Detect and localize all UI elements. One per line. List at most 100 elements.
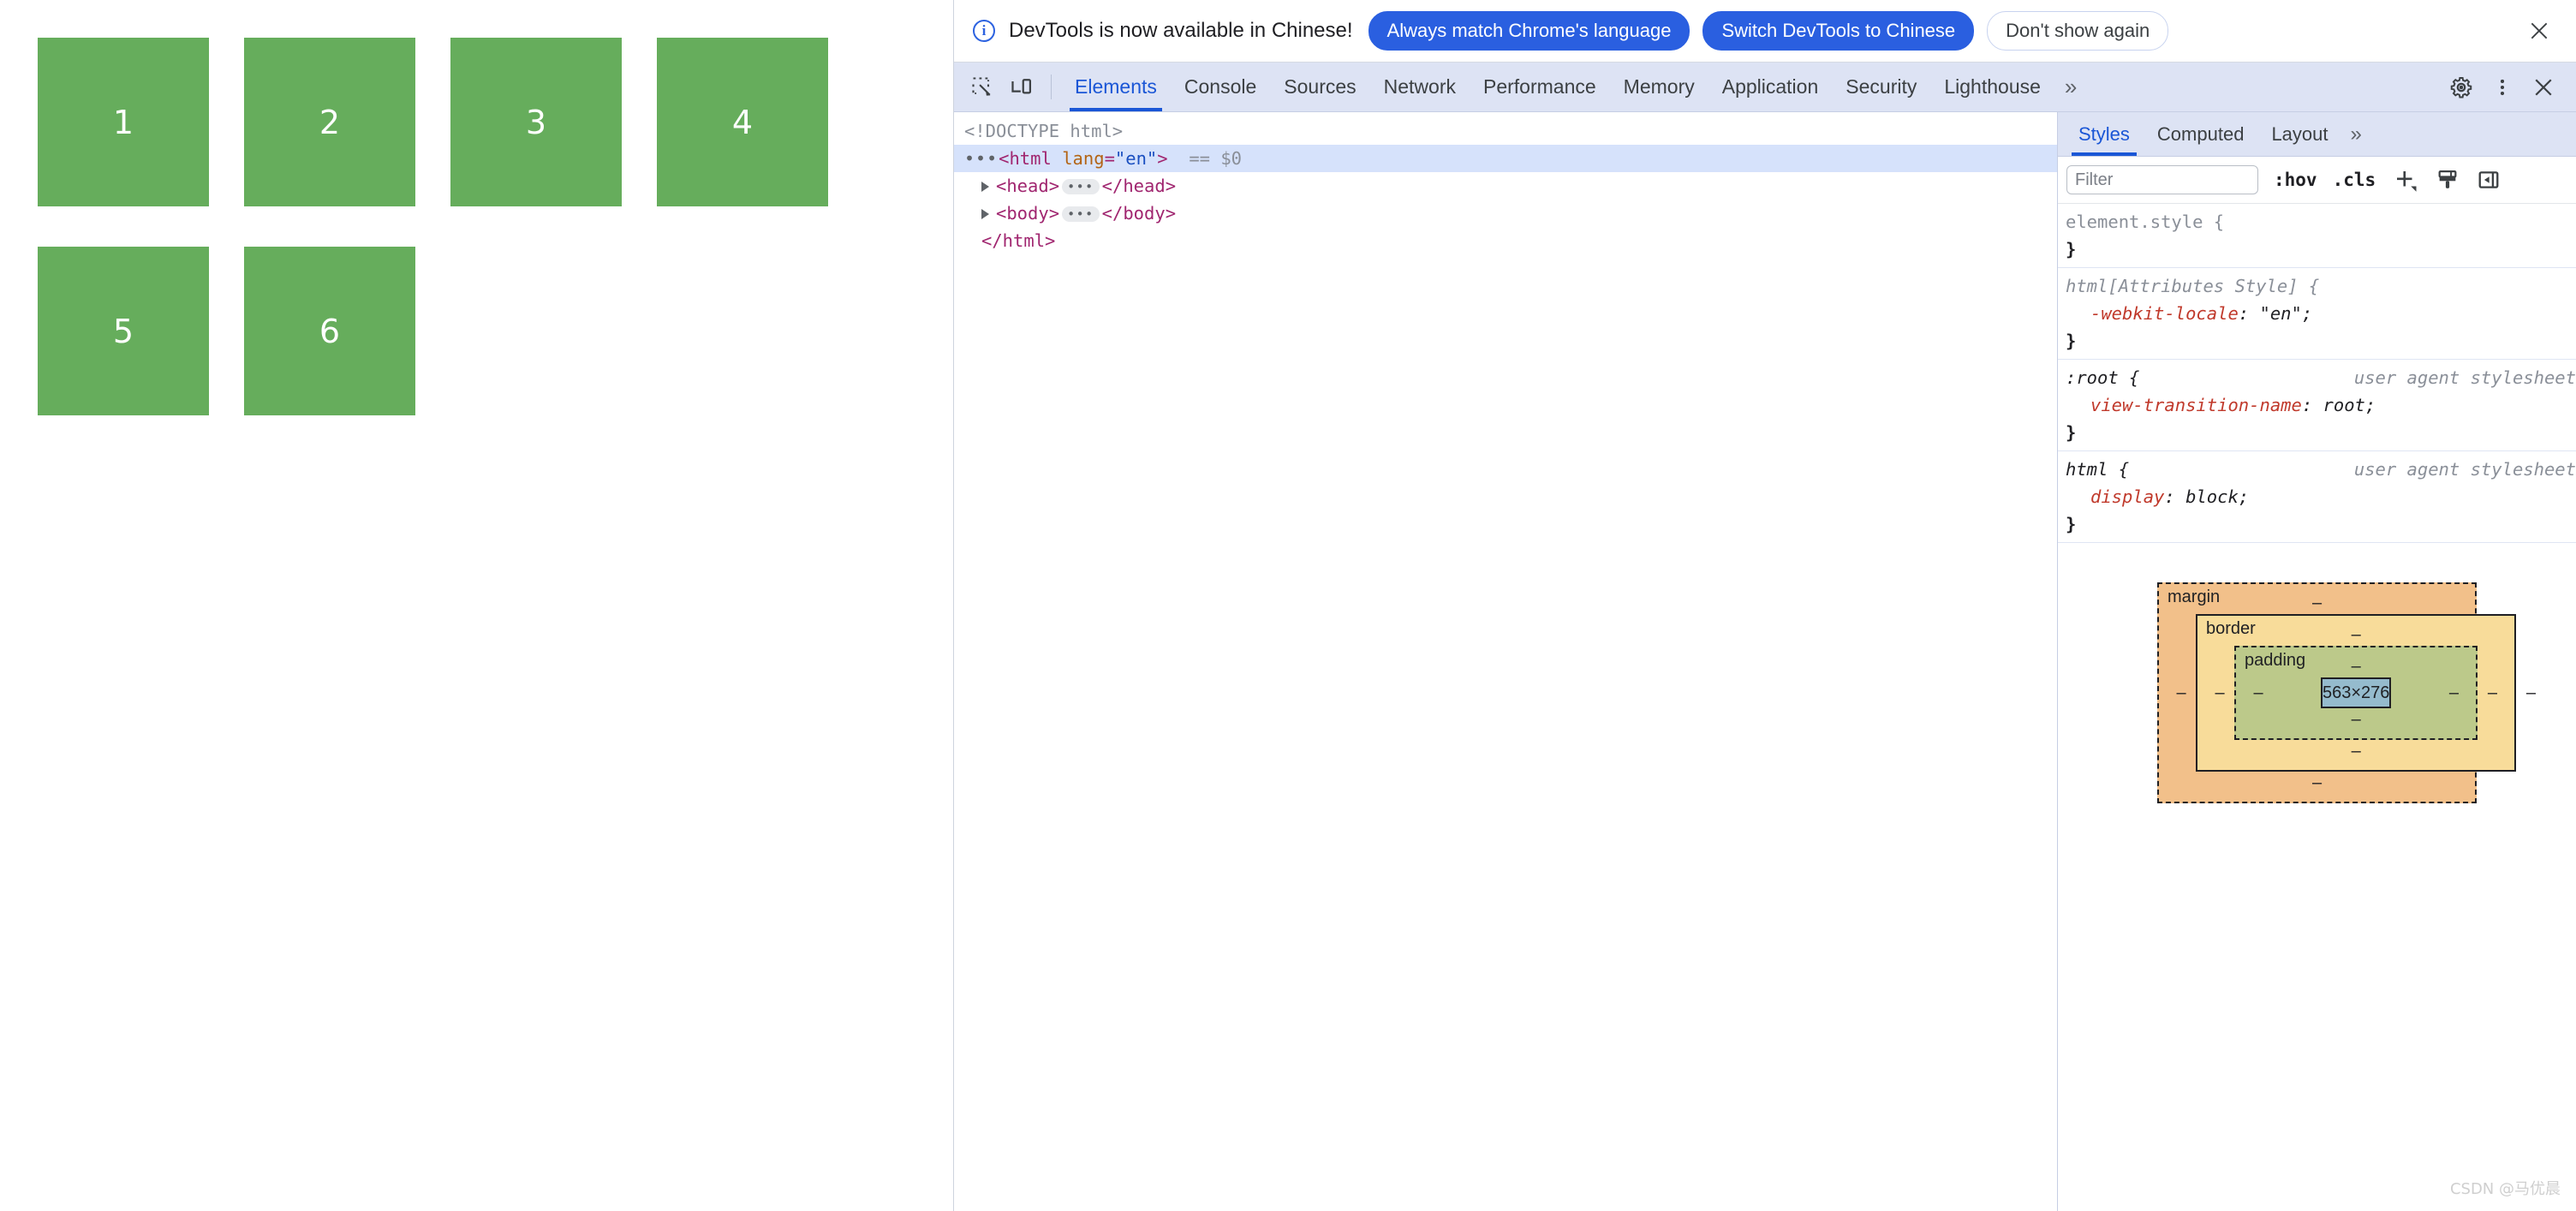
device-toolbar-icon[interactable] — [1002, 63, 1041, 111]
css-property[interactable]: view-transition-name — [2090, 395, 2302, 415]
dom-row-head[interactable]: <head> ••• </head> — [954, 172, 2057, 200]
box-model-padding[interactable]: padding – – 563×276 – – — [2234, 646, 2478, 740]
more-vertical-icon[interactable] — [2482, 76, 2523, 98]
close-icon[interactable] — [2525, 16, 2554, 45]
tab-console[interactable]: Console — [1171, 63, 1270, 111]
green-box-grid: 1 2 3 4 5 6 — [38, 38, 920, 456]
css-value[interactable]: root; — [2323, 395, 2376, 415]
page-viewport: 1 2 3 4 5 6 — [0, 0, 953, 1211]
css-property[interactable]: -webkit-locale — [2090, 303, 2239, 324]
tab-lighthouse[interactable]: Lighthouse — [1930, 63, 2054, 111]
padding-middle-row: – 563×276 – — [2244, 677, 2468, 708]
head-close-tag: </head> — [1101, 176, 1177, 196]
gear-icon[interactable] — [2441, 75, 2482, 99]
padding-bottom-value[interactable]: – — [2244, 708, 2468, 731]
inspect-element-icon[interactable] — [963, 63, 1002, 111]
border-middle-row: – padding – – 563×276 – – – — [2205, 646, 2507, 740]
margin-left-value[interactable]: – — [2167, 683, 2196, 703]
css-property[interactable]: display — [2090, 486, 2164, 507]
tab-performance[interactable]: Performance — [1470, 63, 1610, 111]
tab-elements[interactable]: Elements — [1061, 63, 1171, 111]
css-declaration[interactable]: -webkit-locale: "en"; — [2058, 300, 2576, 327]
box-model-content-size[interactable]: 563×276 — [2321, 677, 2392, 708]
margin-right-value[interactable]: – — [2516, 683, 2545, 703]
styles-filter-input[interactable] — [2066, 165, 2258, 194]
hov-toggle-button[interactable]: :hov — [2274, 170, 2317, 190]
box-model-margin[interactable]: margin – – border – – padding – – 563×27… — [2157, 582, 2536, 803]
dont-show-again-button[interactable]: Don't show again — [1987, 10, 2169, 51]
grid-item: 2 — [244, 38, 415, 206]
collapsed-children-badge[interactable]: ••• — [1062, 179, 1100, 194]
body-open-tag: <body> — [996, 203, 1060, 224]
expand-triangle-icon[interactable] — [981, 209, 989, 219]
expand-dots[interactable]: ••• — [964, 148, 998, 169]
screenshot-root: 1 2 3 4 5 6 i DevTools is now available … — [0, 0, 2576, 1211]
box-model-border[interactable]: border – – padding – – 563×276 – – – – — [2196, 614, 2517, 772]
html-open-tag-close: > — [1157, 148, 1168, 169]
attribute-value-lang[interactable]: "en" — [1115, 148, 1157, 169]
tab-network[interactable]: Network — [1370, 63, 1470, 111]
rule-origin: user agent stylesheet — [2353, 459, 2576, 480]
rule-selector[interactable]: element.style { — [2058, 208, 2576, 236]
cls-toggle-button[interactable]: .cls — [2333, 170, 2376, 190]
plus-dropdown-icon[interactable] — [2393, 167, 2418, 193]
tab-layout[interactable]: Layout — [2257, 112, 2341, 156]
html-open-tag: <html — [999, 148, 1052, 169]
grid-item: 5 — [38, 247, 209, 415]
tab-application[interactable]: Application — [1708, 63, 1833, 111]
border-right-value[interactable]: – — [2478, 683, 2507, 703]
html-close-tag: </html> — [981, 230, 1056, 251]
css-rule-element-style[interactable]: element.style { } — [2058, 204, 2576, 268]
styles-toolbar: :hov .cls — [2058, 157, 2576, 204]
rule-close-brace: } — [2066, 422, 2077, 443]
grid-item: 6 — [244, 247, 415, 415]
tab-label: Memory — [1623, 75, 1695, 98]
tab-label: Application — [1721, 75, 1819, 98]
tab-memory[interactable]: Memory — [1610, 63, 1708, 111]
tab-computed[interactable]: Computed — [2144, 112, 2258, 156]
css-rule-root[interactable]: :root { user agent stylesheet view-trans… — [2058, 360, 2576, 451]
rule-selector[interactable]: html[Attributes Style] { — [2058, 272, 2576, 300]
more-sidebar-tabs-icon[interactable]: » — [2342, 112, 2370, 156]
head-open-tag: <head> — [996, 176, 1060, 196]
grid-item-label: 2 — [319, 103, 341, 141]
switch-devtools-language-button[interactable]: Switch DevTools to Chinese — [1702, 10, 1975, 51]
grid-item: 1 — [38, 38, 209, 206]
padding-right-value[interactable]: – — [2439, 683, 2468, 703]
always-match-language-button[interactable]: Always match Chrome's language — [1368, 10, 1690, 51]
css-value[interactable]: block; — [2185, 486, 2249, 507]
dom-row-html-selected[interactable]: •••<html lang="en"> == $0 — [954, 145, 2057, 172]
css-rule-html-attributes-style[interactable]: html[Attributes Style] { -webkit-locale:… — [2058, 268, 2576, 360]
tab-styles[interactable]: Styles — [2065, 112, 2144, 156]
dom-row-body[interactable]: <body> ••• </body> — [954, 200, 2057, 227]
devtools-panel: i DevTools is now available in Chinese! … — [953, 0, 2576, 1211]
css-declaration[interactable]: display: block; — [2058, 483, 2576, 510]
dom-row-html-close[interactable]: </html> — [954, 227, 2057, 254]
tab-label: Network — [1383, 75, 1456, 98]
tab-label: Security — [1846, 75, 1917, 98]
toggle-sidebar-icon[interactable] — [2477, 168, 2501, 192]
css-value[interactable]: "en"; — [2259, 303, 2312, 324]
attribute-name-lang[interactable]: lang — [1062, 148, 1104, 169]
tab-label: Performance — [1483, 75, 1596, 98]
tab-label: Sources — [1284, 75, 1357, 98]
css-rule-html[interactable]: html { user agent stylesheet display: bl… — [2058, 451, 2576, 543]
collapsed-children-badge[interactable]: ••• — [1062, 206, 1100, 222]
rule-close-brace: } — [2066, 514, 2077, 534]
grid-item-label: 6 — [319, 312, 341, 350]
tab-sources[interactable]: Sources — [1270, 63, 1369, 111]
css-declaration[interactable]: view-transition-name: root; — [2058, 391, 2576, 419]
border-left-value[interactable]: – — [2205, 683, 2234, 703]
close-devtools-icon[interactable] — [2523, 75, 2564, 99]
more-tabs-icon[interactable]: » — [2054, 63, 2087, 111]
border-bottom-value[interactable]: – — [2205, 740, 2507, 762]
paint-brush-icon[interactable] — [2436, 168, 2460, 192]
tab-security[interactable]: Security — [1832, 63, 1930, 111]
expand-triangle-icon[interactable] — [981, 182, 989, 192]
dom-tree-pane[interactable]: <!DOCTYPE html> •••<html lang="en"> == $… — [954, 112, 2057, 1211]
dom-row-doctype[interactable]: <!DOCTYPE html> — [954, 117, 2057, 145]
padding-label: padding — [2245, 651, 2306, 670]
tab-label: Console — [1184, 75, 1257, 98]
padding-left-value[interactable]: – — [2244, 683, 2273, 703]
margin-bottom-value[interactable]: – — [2167, 772, 2467, 794]
